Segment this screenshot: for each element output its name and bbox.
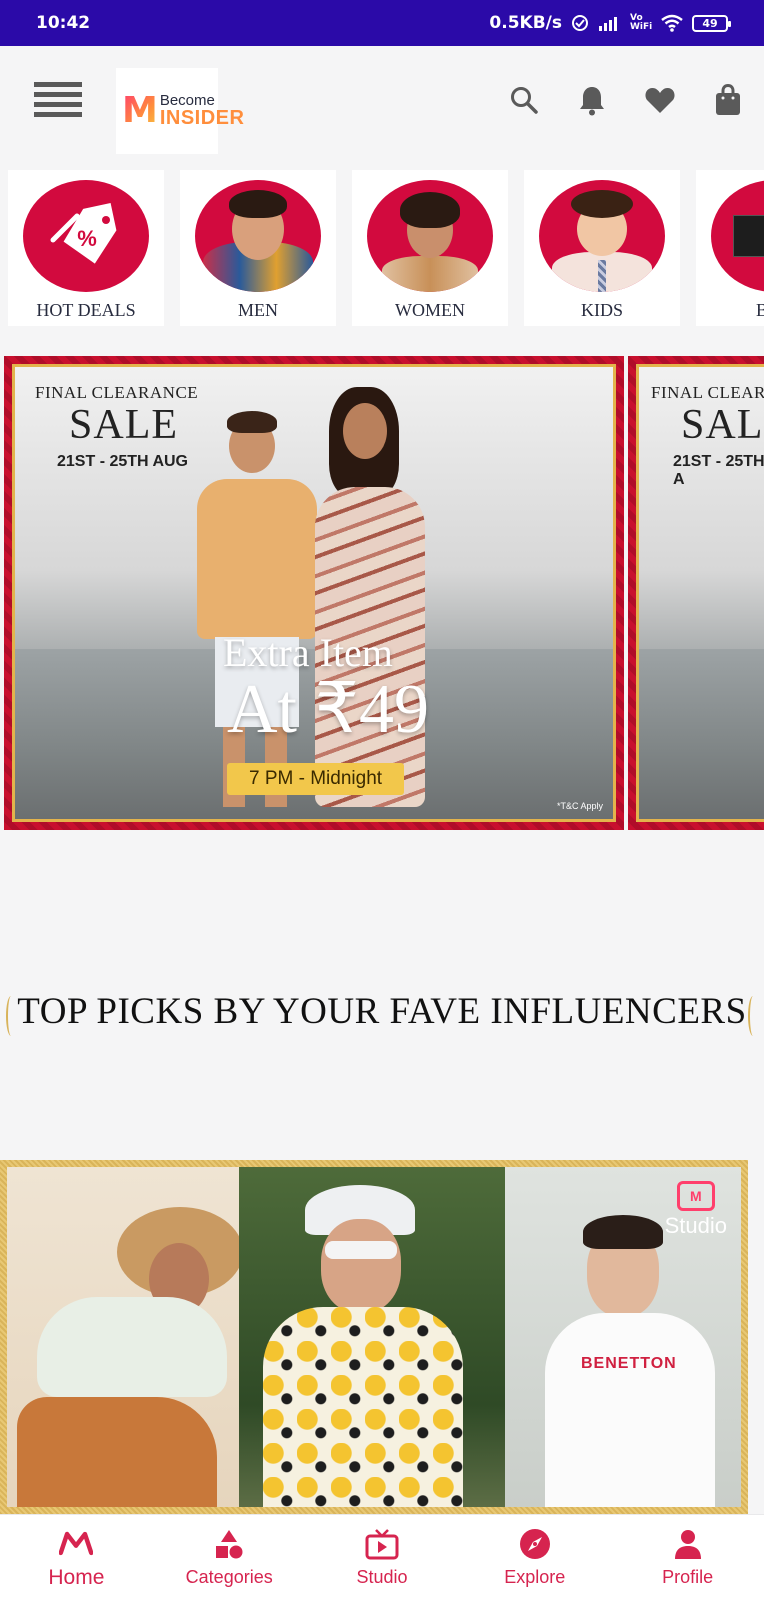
svg-text:%: % bbox=[77, 226, 97, 251]
logo-text-bottom: INSIDER bbox=[159, 107, 245, 130]
data-saver-icon bbox=[570, 13, 590, 33]
beauty-image bbox=[711, 180, 764, 292]
kids-image bbox=[539, 180, 665, 292]
banner-dates: 21ST - 25TH A bbox=[673, 453, 764, 488]
banner-dates: 21ST - 25TH AUG bbox=[57, 453, 188, 470]
myntra-logo-icon bbox=[59, 1526, 94, 1560]
status-indicators: 0.5KB/s Vo WiFi 49 bbox=[489, 13, 731, 33]
category-label: MEN bbox=[238, 300, 278, 320]
category-label: BEA bbox=[756, 300, 764, 320]
bell-icon[interactable] bbox=[576, 84, 608, 116]
wifi-icon bbox=[660, 14, 684, 32]
shirt-print: BENETTON bbox=[581, 1355, 677, 1372]
studio-badge-label: Studio bbox=[664, 1213, 727, 1238]
vowifi-label: Vo WiFi bbox=[630, 13, 653, 32]
status-time: 10:42 bbox=[36, 13, 91, 33]
become-insider-logo[interactable]: M Become INSIDER bbox=[116, 68, 244, 154]
discount-tag-icon: % bbox=[50, 202, 117, 264]
compass-icon bbox=[518, 1527, 552, 1561]
category-hot-deals[interactable]: % HOT DEALS bbox=[8, 170, 164, 326]
status-bar: 10:42 0.5KB/s Vo WiFi 49 bbox=[0, 0, 764, 46]
studio-badge: M Studio bbox=[665, 1181, 727, 1239]
nav-categories[interactable]: Categories bbox=[153, 1515, 306, 1600]
shapes-icon bbox=[212, 1527, 246, 1561]
banner-title: SALE bbox=[69, 402, 178, 448]
category-label: WOMEN bbox=[395, 300, 465, 320]
studio-tv-icon: M bbox=[676, 1181, 715, 1211]
bottom-navigation: Home Categories Studio Explore Profile bbox=[0, 1514, 764, 1600]
category-men[interactable]: MEN bbox=[180, 170, 336, 326]
menu-icon[interactable] bbox=[34, 82, 82, 126]
influencer-photo-3: BENETTON M Studio bbox=[505, 1167, 741, 1507]
women-image bbox=[367, 180, 493, 292]
nav-studio[interactable]: Studio bbox=[306, 1515, 459, 1600]
category-label: KIDS bbox=[580, 300, 623, 320]
signal-icon bbox=[598, 15, 622, 31]
banner-kicker: FINAL CLEARANCE bbox=[35, 383, 199, 402]
battery-level: 49 bbox=[702, 16, 718, 30]
search-icon[interactable] bbox=[508, 84, 540, 116]
clearance-sale-banner[interactable]: FINAL CLEARANCE SALE 21ST - 25TH AUG Ext… bbox=[4, 356, 624, 830]
influencer-photo-1 bbox=[7, 1167, 239, 1507]
category-beauty[interactable]: BEA bbox=[696, 170, 764, 326]
nav-profile[interactable]: Profile bbox=[611, 1515, 764, 1600]
model-woman bbox=[299, 387, 449, 817]
sparkle-decoration-right bbox=[748, 996, 758, 1036]
myntra-logo-icon: M bbox=[122, 90, 158, 131]
header-actions bbox=[508, 84, 744, 116]
category-label: HOT DEALS bbox=[36, 300, 136, 320]
influencer-photo-2 bbox=[239, 1167, 505, 1507]
banner-title: SALE bbox=[681, 402, 764, 448]
banner-kicker: FINAL CLEAR bbox=[651, 383, 764, 402]
tv-icon bbox=[365, 1527, 399, 1561]
bag-icon[interactable] bbox=[712, 84, 744, 116]
heart-icon[interactable] bbox=[644, 84, 676, 116]
hot-deals-image: % bbox=[23, 180, 149, 292]
category-strip: % HOT DEALS MEN WOMEN KIDS B bbox=[0, 170, 764, 326]
men-image bbox=[195, 180, 321, 292]
nav-home[interactable]: Home bbox=[0, 1515, 153, 1600]
banner-time-badge: 7 PM - Midnight bbox=[227, 763, 405, 795]
nav-label: Home bbox=[48, 1565, 105, 1589]
section-title: TOP PICKS BY YOUR FAVE INFLUENCERS bbox=[17, 991, 747, 1032]
nav-label: Profile bbox=[662, 1567, 714, 1587]
network-speed: 0.5KB/s bbox=[489, 13, 562, 33]
nav-label: Categories bbox=[185, 1567, 273, 1587]
influencer-banner[interactable]: BENETTON M Studio bbox=[0, 1160, 748, 1514]
clearance-sale-banner-next[interactable]: FINAL CLEAR SALE 21ST - 25TH A bbox=[628, 356, 764, 830]
banner-price: At ₹49 bbox=[227, 671, 430, 748]
battery-icon: 49 bbox=[692, 14, 731, 32]
nav-explore[interactable]: Explore bbox=[458, 1515, 611, 1600]
beach-background bbox=[639, 649, 764, 819]
category-women[interactable]: WOMEN bbox=[352, 170, 508, 326]
banner-terms: *T&C Apply bbox=[556, 801, 603, 811]
promo-carousel[interactable]: FINAL CLEARANCE SALE 21ST - 25TH AUG Ext… bbox=[0, 356, 764, 830]
nav-label: Studio bbox=[356, 1567, 408, 1587]
category-kids[interactable]: KIDS bbox=[524, 170, 680, 326]
home-screen: 10:42 0.5KB/s Vo WiFi 49 M Become INSIDE… bbox=[0, 0, 764, 1600]
person-icon bbox=[671, 1527, 705, 1561]
app-header: M Become INSIDER bbox=[0, 46, 764, 166]
logo-text-top: Become bbox=[159, 91, 215, 109]
nav-label: Explore bbox=[504, 1567, 566, 1587]
